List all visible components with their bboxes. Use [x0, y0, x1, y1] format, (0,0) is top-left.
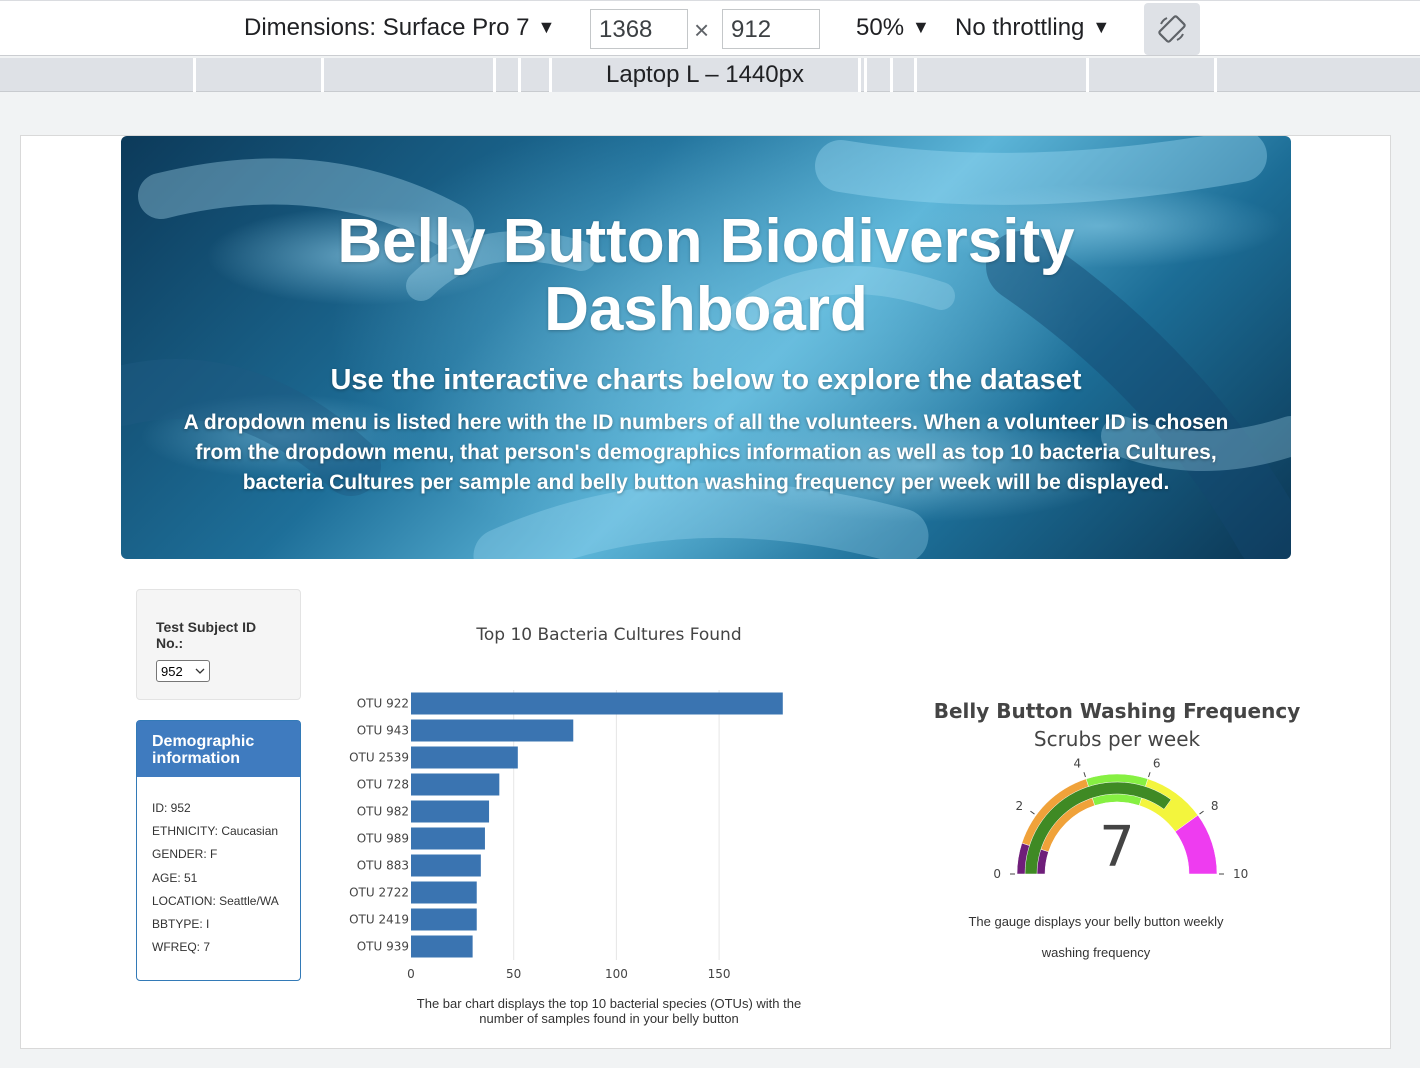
y-tick-label: OTU 939: [357, 940, 409, 954]
page-viewport: Belly Button Biodiversity Dashboard Use …: [20, 135, 1391, 1049]
gauge-chart: Belly Button Washing Frequency Scrubs per…: [934, 699, 1300, 881]
media-query-segment[interactable]: [321, 58, 324, 92]
bar: [411, 692, 783, 715]
demographic-row: LOCATION: Seattle/WA: [152, 893, 279, 908]
rotate-icon: [1158, 15, 1186, 43]
y-tick-label: OTU 2722: [349, 886, 409, 900]
media-query-segment[interactable]: [864, 58, 867, 92]
y-tick-label: OTU 989: [357, 832, 409, 846]
media-query-segment[interactable]: [193, 58, 196, 92]
gauge-tick-label: 2: [1016, 799, 1024, 813]
gauge-tick-label: 0: [993, 867, 1001, 881]
height-input[interactable]: 912: [722, 9, 820, 49]
media-query-segment[interactable]: [1086, 58, 1089, 92]
y-tick-label: OTU 943: [357, 724, 409, 738]
device-toolbar: Dimensions: Surface Pro 7 ▼ 1368 × 912 50…: [0, 0, 1420, 56]
throttling-label: No throttling: [955, 14, 1085, 41]
gauge-tick: [1148, 772, 1151, 778]
bar: [411, 719, 574, 742]
times-icon: ×: [694, 15, 710, 45]
hero-description: A dropdown menu is listed here with the …: [183, 411, 1229, 494]
hero-jumbotron: Belly Button Biodiversity Dashboard Use …: [121, 136, 1291, 559]
demographic-row: BBTYPE: I: [152, 916, 210, 931]
bar: [411, 908, 477, 931]
caret-down-icon: ▼: [912, 17, 930, 37]
y-tick-label: OTU 982: [357, 805, 409, 819]
subject-selector-well: Test Subject ID No.: 952: [136, 589, 301, 700]
x-tick-label: 100: [605, 967, 628, 981]
demographic-list: ID: 952 ETHNICITY: Caucasian GENDER: F A…: [137, 777, 300, 979]
demographic-row: AGE: 51: [152, 870, 198, 885]
zoom-label: 50%: [856, 14, 905, 41]
bar: [411, 773, 500, 796]
width-input[interactable]: 1368: [590, 9, 688, 49]
media-query-segment[interactable]: [518, 58, 521, 92]
demographic-row: ETHNICITY: Caucasian: [152, 824, 279, 839]
x-tick-label: 0: [407, 967, 415, 981]
gauge-tick: [1083, 772, 1086, 778]
zoom-dropdown[interactable]: 50% ▼: [856, 14, 930, 42]
caret-down-icon: ▼: [537, 17, 556, 37]
bar: [411, 746, 518, 769]
page-title: Belly Button Biodiversity Dashboard: [337, 207, 1075, 344]
subject-id-value: 952: [161, 663, 183, 679]
gauge-tick-label: 8: [1211, 799, 1219, 813]
chevron-down-icon: [195, 668, 205, 674]
bar-chart-title: Top 10 Bacteria Cultures Found: [475, 625, 741, 645]
demographic-panel: Demographic information ID: 952 ETHNICIT…: [136, 720, 301, 981]
demographic-panel-title: Demographic information: [137, 721, 300, 777]
gauge-caption: The gauge displays your belly button wee…: [968, 914, 1224, 960]
caret-down-icon: ▼: [1092, 17, 1111, 37]
bar-chart-caption: The bar chart displays the top 10 bacter…: [416, 996, 802, 1026]
y-tick-label: OTU 2419: [349, 913, 409, 927]
y-tick-label: OTU 883: [357, 859, 409, 873]
gauge-value: 7: [1099, 815, 1135, 880]
y-tick-label: OTU 728: [357, 778, 409, 792]
demographic-row: WFREQ: 7: [152, 940, 211, 955]
bar-chart: Top 10 Bacteria Cultures Found 0 50 100 150 O…: [349, 625, 783, 981]
media-query-segment[interactable]: [493, 58, 496, 92]
gauge-subtitle: Scrubs per week: [1034, 727, 1201, 751]
gauge-value-bar: [1024, 781, 1172, 875]
subject-id-select[interactable]: 952: [156, 660, 210, 682]
media-query-segment[interactable]: [890, 58, 893, 92]
bar: [411, 800, 490, 823]
bar: [411, 881, 477, 904]
x-tick-label: 150: [708, 967, 731, 981]
demographic-row: GENDER: F: [152, 847, 218, 862]
bar: [411, 827, 485, 850]
dimensions-label: Dimensions: Surface Pro 7: [244, 14, 530, 41]
throttling-dropdown[interactable]: No throttling ▼: [955, 14, 1110, 42]
x-tick-label: 50: [506, 967, 521, 981]
gauge-tick-label: 10: [1233, 867, 1248, 881]
demographic-row: ID: 952: [152, 801, 191, 815]
rotate-button[interactable]: [1144, 3, 1200, 55]
media-query-segment[interactable]: [1214, 58, 1217, 92]
gauge-tick-label: 4: [1074, 757, 1082, 771]
bar: [411, 854, 481, 877]
gauge-title: Belly Button Washing Frequency: [934, 699, 1300, 723]
gauge-tick: [1199, 810, 1204, 815]
hero-subtitle: Use the interactive charts below to expl…: [330, 364, 1082, 396]
bar: [411, 935, 473, 958]
gauge-tick-label: 6: [1153, 757, 1161, 771]
y-tick-label: OTU 922: [357, 697, 409, 711]
gauge-tick: [1030, 810, 1035, 815]
dimensions-dropdown[interactable]: Dimensions: Surface Pro 7 ▼: [244, 14, 555, 42]
subject-selector-label: Test Subject ID No.:: [156, 619, 257, 651]
media-query-bar: Laptop L – 1440px: [0, 58, 1420, 92]
media-query-laptop-l[interactable]: Laptop L – 1440px: [549, 58, 861, 92]
media-query-segment[interactable]: [914, 58, 917, 92]
y-tick-label: OTU 2539: [349, 751, 409, 765]
